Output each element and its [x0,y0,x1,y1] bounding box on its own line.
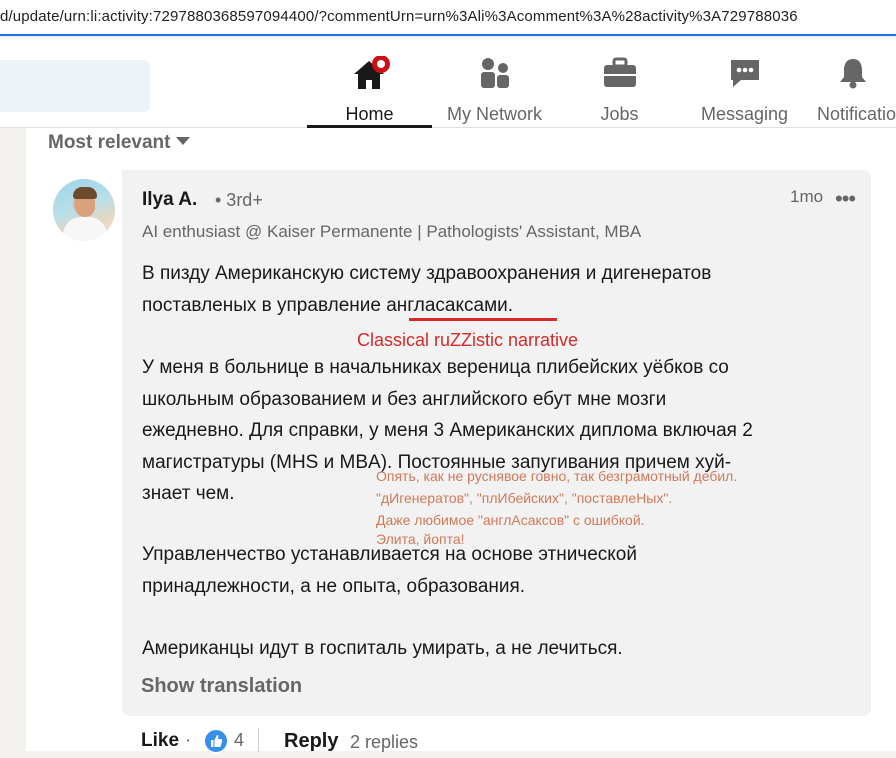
nav-messaging[interactable]: Messaging [682,46,807,128]
browser-url-bar[interactable]: d/update/urn:li:activity:729788036859709… [0,0,896,36]
nav-messaging-label: Messaging [700,104,789,124]
comment-line: В пизду Американскую систему здравоохран… [142,263,712,284]
nav-home[interactable]: Home [307,46,432,128]
thumbs-up-icon[interactable] [204,729,228,753]
nav-jobs[interactable]: Jobs [557,46,682,128]
url-text[interactable]: d/update/urn:li:activity:729788036859709… [0,8,798,25]
comment-paragraph: В пизду Американскую систему здравоохран… [142,258,854,321]
comment-paragraph: Американцы идут в госпиталь умирать, а н… [142,633,854,665]
connection-degree: • 3rd+ [215,190,263,210]
like-count[interactable]: 4 [234,730,244,751]
annotation-orange-line: "дИгенератов", "плИбейских", "поставлеНы… [376,490,673,506]
comment-paragraph: Управленчество устанавливается на основе… [142,539,854,602]
annotation-orange-line: Даже любимое "англАсаксов" с ошибкой. [376,512,645,528]
comment-line: поставленых в управление англасаксами. [142,294,514,316]
avatar[interactable] [53,179,115,241]
search-input[interactable] [0,60,150,112]
annotation-red-note: Classical ruZZistic narrative [357,330,579,350]
annotation-orange-line: Опять, как не руснявое говно, так безгра… [376,468,738,484]
comment-line: Управленчество устанавливается на основе… [142,544,637,565]
caret-down-icon [176,137,191,146]
comment-line: школьным образованием и без английского … [142,388,667,410]
nav-home-label: Home [345,104,394,124]
replies-count[interactable]: 2 replies [350,732,418,753]
show-translation-button[interactable]: Show translation [141,675,302,698]
sort-label: Most relevant [48,132,171,153]
more-options-icon[interactable]: ••• [835,186,856,212]
nav-notifications[interactable]: Notificatio [807,46,896,128]
top-nav: Home My Network Jobs Messaging Notificat… [0,38,896,128]
nav-jobs-label: Jobs [600,104,639,124]
comment-time: 1mo [790,187,824,206]
comment-line: принадлежности, а не опыта, образования. [142,575,526,597]
like-button[interactable]: Like [141,730,179,752]
comment-line: У меня в больнице в начальниках вереница… [142,357,729,378]
separator-dot: · [185,730,192,751]
comment-line: ежедневно. Для справки, у меня 3 Америка… [142,420,753,441]
divider [258,728,259,752]
home-icon [350,55,390,97]
comment-line: Американцы идут в госпиталь умирать, а н… [142,638,623,659]
sort-dropdown[interactable]: Most relevant [48,132,191,154]
nav-my-network[interactable]: My Network [432,46,557,128]
briefcase-icon [602,56,638,95]
bell-icon [836,56,870,95]
comment-paragraph: У меня в больнице в начальниках вереница… [142,352,854,510]
nav-my-network-label: My Network [446,104,542,124]
reply-button[interactable]: Reply [284,730,338,753]
author-headline: AI enthusiast @ Kaiser Permanente | Path… [142,222,642,241]
network-icon [477,56,513,95]
messaging-icon [727,56,763,95]
nav-notifications-label: Notificatio [817,104,896,124]
comment-author[interactable]: Ilya A. [142,189,197,211]
annotation-underline [409,318,557,321]
